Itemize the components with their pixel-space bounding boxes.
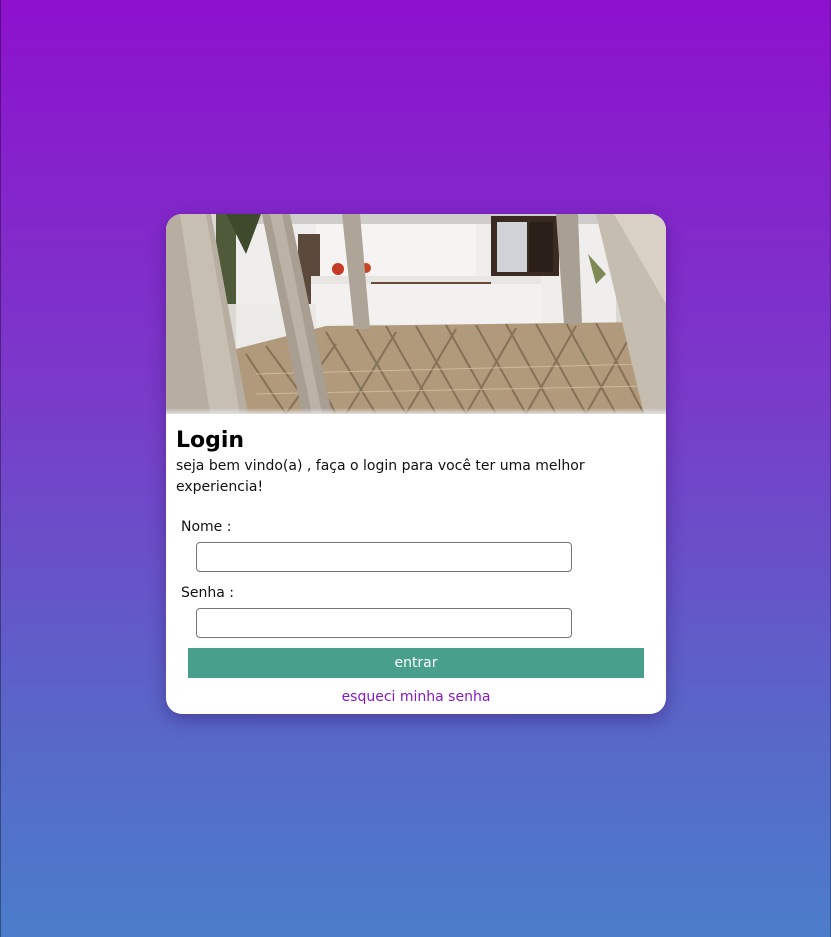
forgot-password-link[interactable]: esqueci minha senha xyxy=(176,688,656,706)
submit-button[interactable]: entrar xyxy=(188,648,644,678)
login-content: Login seja bem vindo(a) , faça o login p… xyxy=(166,414,666,706)
name-label: Nome : xyxy=(181,519,232,535)
login-title: Login xyxy=(176,428,245,453)
login-subtitle: seja bem vindo(a) , faça o login para vo… xyxy=(176,458,585,495)
name-input[interactable] xyxy=(196,542,572,572)
password-label: Senha : xyxy=(181,585,234,601)
hero-image-fade xyxy=(166,408,666,414)
password-row: Senha : xyxy=(176,584,656,638)
hero-image xyxy=(166,214,666,414)
name-row: Nome : xyxy=(176,518,656,572)
login-card: Login seja bem vindo(a) , faça o login p… xyxy=(166,214,666,714)
password-input[interactable] xyxy=(196,608,572,638)
beach-house-photo xyxy=(166,214,666,414)
login-form: Nome : Senha : entrar esqueci minha senh… xyxy=(176,518,656,706)
